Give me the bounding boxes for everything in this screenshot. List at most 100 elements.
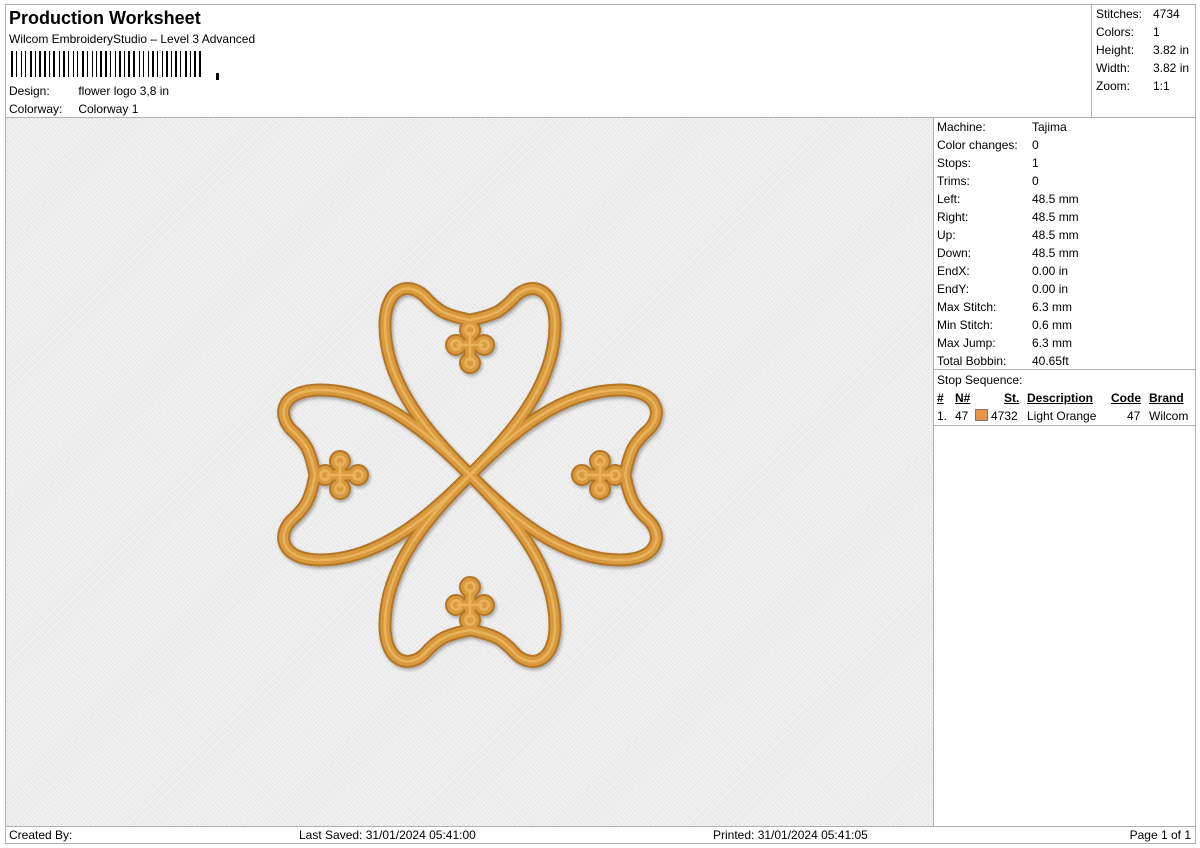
barcode-bar <box>30 51 32 77</box>
stat-row: Down: 48.5 mm <box>937 246 1079 260</box>
barcode-bar <box>166 51 168 77</box>
stat-row: Total Bobbin: 40.65ft <box>937 354 1069 368</box>
summary-row: Colors: 1 <box>1096 25 1160 39</box>
stat-row: Left: 48.5 mm <box>937 192 1079 206</box>
stat-label: Min Stitch: <box>937 318 994 332</box>
col-header-stitches: St. <box>1004 391 1020 405</box>
barcode-bar <box>82 51 84 77</box>
stat-value: 48.5 mm <box>1032 228 1079 242</box>
barcode-bar <box>68 51 69 77</box>
printed-date: Printed: 31/01/2024 05:41:05 <box>713 828 868 842</box>
barcode-bar <box>171 51 172 77</box>
barcode-bar <box>100 51 102 77</box>
design-preview <box>5 117 934 827</box>
barcode-bar <box>157 51 158 77</box>
barcode-comma <box>216 73 219 80</box>
stat-row: EndY: 0.00 in <box>937 282 1068 296</box>
barcode-bar <box>139 51 140 77</box>
stop-sequence-title: Stop Sequence: <box>937 373 1023 387</box>
summary-row: Width: 3.82 in <box>1096 61 1189 75</box>
stat-row: Max Stitch: 6.3 mm <box>937 300 1072 314</box>
stat-value: 0.6 mm <box>1032 318 1073 332</box>
barcode-bar <box>92 51 93 77</box>
summary-label: Colors: <box>1096 25 1135 39</box>
barcode-bar <box>185 51 187 77</box>
stat-value: 0 <box>1032 138 1039 152</box>
col-header-needle: N# <box>955 391 971 405</box>
barcode-bar <box>87 51 88 77</box>
stat-label: Total Bobbin: <box>937 354 1007 368</box>
stat-row: Color changes: 0 <box>937 138 1039 152</box>
colorway-label: Colorway: <box>9 102 63 116</box>
stat-row: Trims: 0 <box>937 174 1039 188</box>
colorway-row: Colorway: Colorway 1 <box>9 102 138 116</box>
summary-value: 3.82 in <box>1153 43 1190 57</box>
barcode-bar <box>194 51 196 77</box>
summary-label: Height: <box>1096 43 1135 57</box>
stat-label: EndY: <box>937 282 970 296</box>
stat-row: Up: 48.5 mm <box>937 228 1079 242</box>
summary-value: 3.82 in <box>1153 61 1190 75</box>
barcode-bar <box>59 51 60 77</box>
software-name: Wilcom EmbroideryStudio – Level 3 Advanc… <box>9 32 256 46</box>
stat-row: Max Jump: 6.3 mm <box>937 336 1072 350</box>
barcode-bar <box>105 51 107 77</box>
barcode-bar <box>11 51 13 77</box>
barcode-icon <box>11 51 219 80</box>
stat-label: Max Stitch: <box>937 300 997 314</box>
stat-value: 6.3 mm <box>1032 300 1073 314</box>
stat-label: Color changes: <box>937 138 1018 152</box>
col-header-code: Code <box>1111 391 1141 405</box>
barcode-bar <box>35 51 36 77</box>
col-header-brand: Brand <box>1149 391 1184 405</box>
barcode-bar <box>77 51 78 77</box>
stop-description: Light Orange <box>1027 409 1097 423</box>
page-number: Page 1 of 1 <box>1129 828 1191 842</box>
stat-label: Max Jump: <box>937 336 996 350</box>
stat-value: 6.3 mm <box>1032 336 1073 350</box>
barcode-bar <box>128 51 130 77</box>
col-header-num: # <box>937 391 944 405</box>
colorway-value: Colorway 1 <box>78 102 139 116</box>
divider <box>934 425 1195 426</box>
col-header-description: Description <box>1027 391 1094 405</box>
stop-code: 47 <box>1127 409 1141 423</box>
summary-label: Stitches: <box>1096 7 1143 21</box>
stat-value: 0.00 in <box>1032 264 1069 278</box>
design-row: Design: flower logo 3,8 in <box>9 84 169 98</box>
summary-label: Width: <box>1096 61 1131 75</box>
stat-label: Left: <box>937 192 961 206</box>
barcode-bar <box>115 51 116 77</box>
summary-value: 1 <box>1153 25 1160 39</box>
stat-label: Right: <box>937 210 969 224</box>
summary-row: Zoom: 1:1 <box>1096 79 1170 93</box>
summary-row: Stitches: 4734 <box>1096 7 1180 21</box>
summary-label: Zoom: <box>1096 79 1131 93</box>
stat-value: 0 <box>1032 174 1039 188</box>
stat-value: 1 <box>1032 156 1039 170</box>
barcode-bar <box>110 51 111 77</box>
stat-row: Right: 48.5 mm <box>937 210 1079 224</box>
summary-value: 1:1 <box>1153 79 1170 93</box>
stat-row: Min Stitch: 0.6 mm <box>937 318 1072 332</box>
barcode-bar <box>39 51 41 77</box>
barcode-bar <box>190 51 191 77</box>
barcode-bar <box>16 51 17 77</box>
stat-label: Up: <box>937 228 956 242</box>
color-swatch-icon <box>975 409 988 421</box>
barcode-bar <box>63 51 65 77</box>
page-title: Production Worksheet <box>9 8 201 28</box>
last-saved: Last Saved: 31/01/2024 05:41:00 <box>299 828 476 842</box>
barcode-bar <box>96 51 97 77</box>
stat-value: 0.00 in <box>1032 282 1069 296</box>
stat-row: Stops: 1 <box>937 156 1039 170</box>
stat-label: Machine: <box>937 120 986 134</box>
stop-stitches: 4732 <box>991 409 1018 423</box>
barcode-bar <box>53 51 55 77</box>
summary-row: Height: 3.82 in <box>1096 43 1189 57</box>
stat-label: EndX: <box>937 264 970 278</box>
stat-row: Machine: Tajima <box>937 120 1067 134</box>
barcode-bar <box>133 51 135 77</box>
barcode-bar <box>148 51 149 77</box>
design-label: Design: <box>9 84 50 98</box>
